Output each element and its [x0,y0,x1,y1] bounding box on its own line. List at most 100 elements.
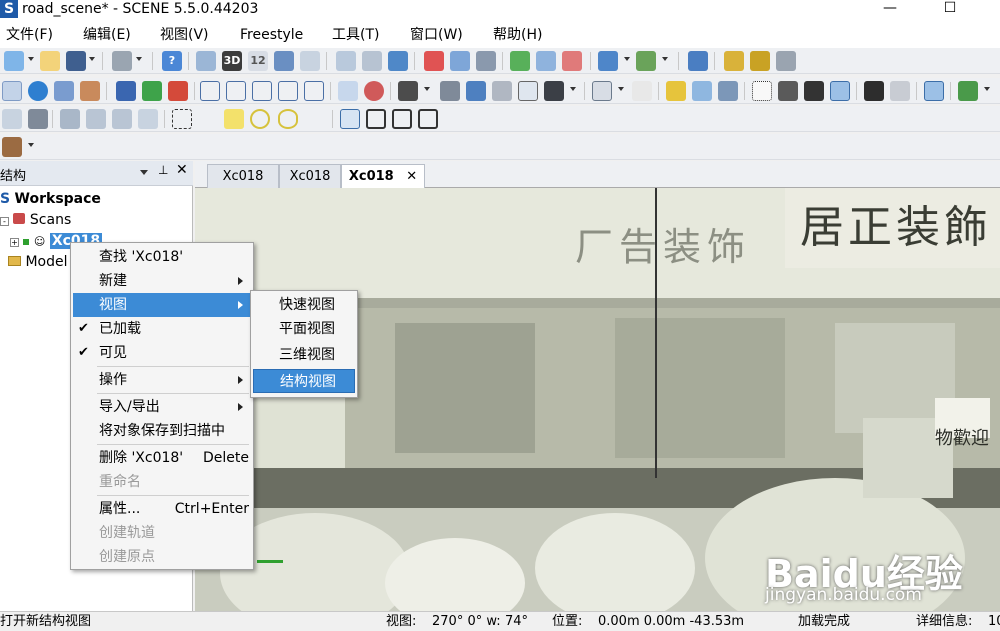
menu-freestyle[interactable]: Freestyle [240,26,303,44]
print-icon[interactable] [112,51,132,71]
submenu-structure-view[interactable]: 结构视图 [253,369,355,393]
help-icon[interactable]: ? [162,51,182,71]
ctx-find[interactable]: 查找 'Xc018' [73,245,251,269]
cluster-icon[interactable] [54,81,74,101]
workspace-icon[interactable] [196,51,216,71]
save-dropdown-icon[interactable] [89,57,95,61]
submenu-quick-view[interactable]: 快速视图 [253,293,355,317]
camera-icon[interactable] [398,81,418,101]
new-project-icon[interactable] [4,51,24,71]
ctx-delete[interactable]: 删除 'Xc018' Delete [73,446,251,470]
view-12-icon[interactable]: 12 [248,51,268,71]
grid-icon[interactable] [592,81,612,101]
tree-workspace[interactable]: S Workspace [0,189,101,209]
tab-xc018-active[interactable]: Xc018 ✕ [341,164,425,189]
polygon-select-icon[interactable] [224,109,244,129]
camera-dropdown-icon[interactable] [424,87,430,91]
cloud-remove-icon[interactable] [562,51,582,71]
slope-icon[interactable] [924,81,944,101]
pin-icon[interactable]: ⊥ [158,163,168,177]
cloud-icon[interactable] [536,51,556,71]
render-light-icon[interactable] [890,81,910,101]
menu-view[interactable]: 视图(V) [160,26,209,44]
dots-medium-icon[interactable] [778,81,798,101]
select-c-icon[interactable] [112,109,132,129]
scan-dropdown-icon[interactable] [624,57,630,61]
point-cloud-view[interactable]: 居正装飾 厂告装饰 物歡迎 Baidu经验 jingyan.baidu.com [195,188,1000,611]
ctx-view[interactable]: 视图 [73,293,251,317]
green-arrow-icon[interactable] [142,81,162,101]
home-icon[interactable] [274,51,294,71]
tab-close-icon[interactable]: ✕ [406,169,417,184]
rect-select-icon[interactable] [172,109,192,129]
submenu-3d-view[interactable]: 三维视图 [253,343,355,367]
minimize-button[interactable]: — [870,0,910,18]
report-icon[interactable] [450,51,470,71]
ellipse-select-icon[interactable] [278,109,298,129]
expand-icon[interactable]: + [10,238,19,247]
tree-select-icon[interactable] [28,109,48,129]
ruler-icon[interactable] [750,51,770,71]
select-a-icon[interactable] [60,109,80,129]
cube-top-icon[interactable] [252,81,272,101]
panel-menu-icon[interactable] [140,170,148,175]
measure-icon[interactable] [776,51,796,71]
open-icon[interactable] [40,51,60,71]
save-icon[interactable] [66,51,86,71]
page-icon[interactable] [632,81,652,101]
box-dropdown-icon[interactable] [984,87,990,91]
square-intersect-icon[interactable] [418,109,438,129]
corner-select-icon[interactable] [306,109,326,129]
download-icon[interactable] [388,51,408,71]
maximize-button[interactable]: ☐ [930,0,970,18]
network-icon[interactable] [440,81,460,101]
scan-add-icon[interactable] [636,51,656,71]
calendar-icon[interactable] [424,51,444,71]
scan-device-dropdown-icon[interactable] [28,143,34,147]
ctx-visible[interactable]: ✔ 可见 [73,341,251,365]
phone-dropdown-icon[interactable] [570,87,576,91]
ctx-save-to-scan[interactable]: 将对象保存到扫描中 [73,419,251,443]
view-3d-icon[interactable]: 3D [222,51,242,71]
dots-selected-icon[interactable] [830,81,850,101]
register-icon[interactable] [510,51,530,71]
grid-dropdown-icon[interactable] [618,87,624,91]
select-icon[interactable] [2,81,22,101]
circle-select-icon[interactable] [250,109,270,129]
mug-icon[interactable] [492,81,512,101]
wand-icon[interactable] [718,81,738,101]
distance-icon[interactable] [724,51,744,71]
line-select-icon[interactable] [198,109,218,129]
up-arrow-icon[interactable] [116,81,136,101]
menu-window[interactable]: 窗口(W) [410,26,463,44]
print-dropdown-icon[interactable] [136,57,142,61]
red-arrow-icon[interactable] [168,81,188,101]
ctx-loaded[interactable]: ✔ 已加载 [73,317,251,341]
scan-add-dropdown-icon[interactable] [662,57,668,61]
search-doc-icon[interactable] [362,51,382,71]
tab-xc018-2[interactable]: Xc018 [279,164,341,188]
square-icon[interactable] [340,109,360,129]
phone-icon[interactable] [544,81,564,101]
brush-icon[interactable] [466,81,486,101]
new-dropdown-icon[interactable] [28,57,34,61]
ctx-new[interactable]: 新建 [73,269,251,293]
cube-front-icon[interactable] [200,81,220,101]
dots-large-icon[interactable] [804,81,824,101]
tree-models[interactable]: Model [8,252,68,272]
document-icon[interactable] [336,51,356,71]
render-dark-icon[interactable] [864,81,884,101]
tab-xc018-1[interactable]: Xc018 [207,164,279,188]
clip-icon[interactable] [2,109,22,129]
tree-scans[interactable]: - Scans [0,210,71,230]
menu-file[interactable]: 文件(F) [6,26,53,44]
menu-tools[interactable]: 工具(T) [332,26,379,44]
globe-icon[interactable] [28,81,48,101]
collapse-icon[interactable]: - [0,217,9,226]
hand-icon[interactable] [80,81,100,101]
crosshair-icon[interactable] [688,51,708,71]
flag-icon[interactable] [666,81,686,101]
ctx-import-export[interactable]: 导入/导出 [73,395,251,419]
dots-small-icon[interactable] [752,81,772,101]
select-d-icon[interactable] [138,109,158,129]
